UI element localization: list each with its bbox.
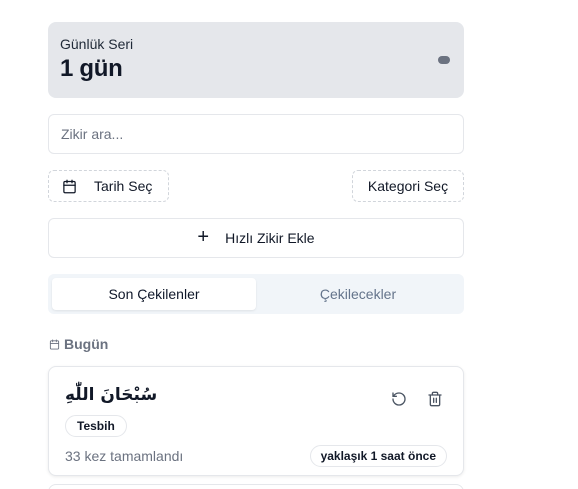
completion-count: 33 kez tamamlandı xyxy=(65,448,184,464)
daily-streak-card: Günlük Seri 1 gün xyxy=(48,22,464,98)
calendar-icon xyxy=(49,338,60,350)
plus-icon: + xyxy=(197,226,210,248)
section-today: Bugün xyxy=(49,336,108,352)
category-select-button[interactable]: Kategori Seç xyxy=(352,170,464,202)
date-select-label: Tarih Seç xyxy=(94,178,153,194)
trash-icon[interactable] xyxy=(425,389,445,409)
tab-list: Son Çekilenler Çekilecekler xyxy=(48,274,464,314)
search-input[interactable] xyxy=(48,114,464,154)
category-badge: Tesbih xyxy=(65,415,127,437)
streak-value: 1 gün xyxy=(60,55,123,82)
section-today-label: Bugün xyxy=(64,336,109,352)
streak-indicator-icon xyxy=(438,56,450,64)
time-badge: yaklaşık 1 saat önce xyxy=(309,445,447,467)
reset-icon[interactable] xyxy=(389,389,409,409)
card-actions xyxy=(389,389,445,409)
calendar-icon xyxy=(63,179,76,193)
quick-add-label: Hızlı Zikir Ekle xyxy=(225,230,315,246)
zikir-arabic-text: سُبْحَانَ اللّٰهِ xyxy=(65,385,158,405)
tab-upcoming[interactable]: Çekilecekler xyxy=(256,278,460,310)
zikir-card[interactable] xyxy=(48,484,464,489)
tab-recent[interactable]: Son Çekilenler xyxy=(52,278,256,310)
category-select-label: Kategori Seç xyxy=(367,178,449,194)
date-select-button[interactable]: Tarih Seç xyxy=(48,170,169,202)
zikir-card[interactable]: سُبْحَانَ اللّٰهِ Tesbih 33 kez tamamlan… xyxy=(48,366,464,476)
quick-add-button[interactable]: + Hızlı Zikir Ekle xyxy=(48,218,464,258)
streak-label: Günlük Seri xyxy=(60,36,134,52)
